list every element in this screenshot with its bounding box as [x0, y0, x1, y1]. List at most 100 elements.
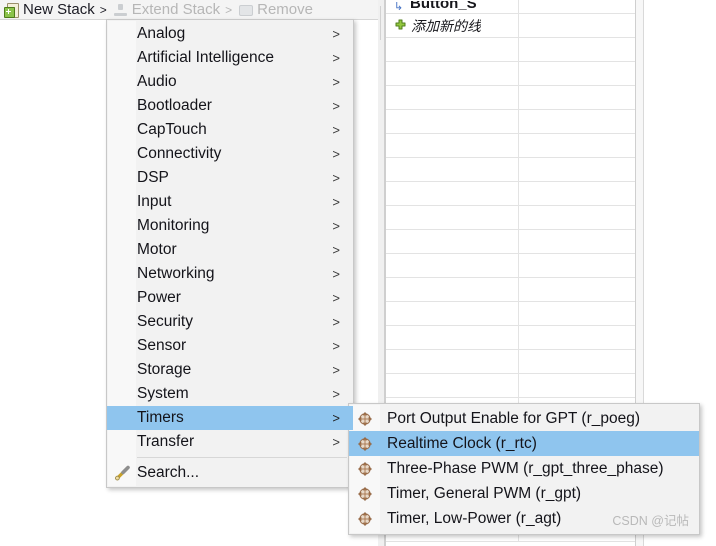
- chevron-right-icon: >: [332, 338, 340, 354]
- menu-item-motor[interactable]: Motor >: [107, 238, 353, 262]
- table-row[interactable]: [386, 374, 635, 398]
- chevron-right-icon: >: [332, 314, 340, 330]
- timers-submenu: Port Output Enable for GPT (r_poeg) Real…: [348, 403, 700, 535]
- chevron-right-icon: >: [332, 266, 340, 282]
- menu-item-timers[interactable]: Timers >: [107, 406, 353, 430]
- menu-item-storage[interactable]: Storage >: [107, 358, 353, 382]
- table-row[interactable]: 添加新的线: [386, 14, 635, 38]
- submenu-item-label: Three-Phase PWM (r_gpt_three_phase): [387, 459, 664, 477]
- menu-item-label: Security: [137, 313, 193, 330]
- new-stack-button[interactable]: New Stack >: [4, 1, 107, 18]
- menu-item-label: DSP: [137, 169, 169, 186]
- menu-item-label: Bootloader: [137, 97, 212, 114]
- table-row[interactable]: [386, 158, 635, 182]
- submenu-item-timer-general-pwm[interactable]: Timer, General PWM (r_gpt): [349, 481, 699, 506]
- menu-item-captouch[interactable]: CapTouch >: [107, 118, 353, 142]
- chevron-right-icon: >: [332, 50, 340, 66]
- table-row[interactable]: [386, 62, 635, 86]
- submenu-item-rtc[interactable]: Realtime Clock (r_rtc): [349, 431, 699, 456]
- add-new-row[interactable]: 添加新的线: [386, 16, 514, 36]
- submenu-item-label: Realtime Clock (r_rtc): [387, 434, 537, 452]
- menu-item-label: Connectivity: [137, 145, 222, 162]
- table-row[interactable]: [386, 134, 635, 158]
- extend-stack-icon: [113, 3, 128, 17]
- chevron-right-icon: >: [332, 74, 340, 90]
- menu-item-label: Networking: [137, 265, 215, 282]
- table-row[interactable]: [386, 38, 635, 62]
- menu-item-search[interactable]: Search...: [107, 461, 353, 485]
- table-row[interactable]: [386, 110, 635, 134]
- menu-item-power[interactable]: Power >: [107, 286, 353, 310]
- remove-button[interactable]: Remove: [238, 1, 313, 18]
- new-stack-menu: Analog > Artificial Intelligence > Audio…: [106, 19, 354, 488]
- chevron-right-icon: >: [332, 386, 340, 402]
- menu-item-input[interactable]: Input >: [107, 190, 353, 214]
- menu-item-artificial-intelligence[interactable]: Artificial Intelligence >: [107, 46, 353, 70]
- menu-item-transfer[interactable]: Transfer >: [107, 430, 353, 454]
- module-icon: [357, 511, 373, 527]
- chevron-right-icon: >: [332, 218, 340, 234]
- menu-item-monitoring[interactable]: Monitoring >: [107, 214, 353, 238]
- table-row[interactable]: [386, 302, 635, 326]
- menu-item-label: Artificial Intelligence: [137, 49, 274, 66]
- chevron-right-icon: >: [332, 26, 340, 42]
- menu-item-system[interactable]: System >: [107, 382, 353, 406]
- chevron-right-icon: >: [332, 290, 340, 306]
- chevron-right-icon: >: [332, 194, 340, 210]
- add-new-label: 添加新的线: [411, 17, 481, 34]
- menu-item-dsp[interactable]: DSP >: [107, 166, 353, 190]
- menu-item-label: Transfer: [137, 433, 195, 450]
- chevron-right-icon: >: [332, 170, 340, 186]
- tree-node[interactable]: ↳ Button_S: [386, 1, 514, 13]
- submenu-item-label: Timer, General PWM (r_gpt): [387, 484, 582, 502]
- tree-node-label: Button_S: [410, 0, 477, 12]
- menu-item-label: Search...: [137, 464, 200, 481]
- expand-arrow-icon[interactable]: ↳: [394, 1, 406, 13]
- menu-item-sensor[interactable]: Sensor >: [107, 334, 353, 358]
- extend-stack-label: Extend Stack: [131, 1, 221, 18]
- menu-item-bootloader[interactable]: Bootloader >: [107, 94, 353, 118]
- menu-item-label: System: [137, 385, 189, 402]
- table-row[interactable]: [386, 254, 635, 278]
- new-stack-icon: [4, 2, 19, 18]
- table-row[interactable]: [386, 350, 635, 374]
- menu-item-label: Storage: [137, 361, 192, 378]
- chevron-right-icon: >: [332, 362, 340, 378]
- table-row[interactable]: [386, 326, 635, 350]
- chevron-right-icon: >: [332, 434, 340, 450]
- menu-item-audio[interactable]: Audio >: [107, 70, 353, 94]
- table-row[interactable]: [386, 86, 635, 110]
- menu-item-label: Sensor: [137, 337, 187, 354]
- table-row[interactable]: [386, 230, 635, 254]
- menu-item-label: Audio: [137, 73, 177, 90]
- module-icon: [357, 486, 373, 502]
- chevron-right-icon: >: [332, 98, 340, 114]
- green-plus-icon: [394, 19, 407, 32]
- menu-item-label: Monitoring: [137, 217, 210, 234]
- submenu-item-poeg[interactable]: Port Output Enable for GPT (r_poeg): [349, 406, 699, 431]
- table-row[interactable]: ↳ Button_S: [386, 0, 635, 14]
- menu-item-label: Analog: [137, 25, 186, 42]
- submenu-item-label: Port Output Enable for GPT (r_poeg): [387, 409, 641, 427]
- chevron-right-icon: >: [332, 410, 340, 426]
- menu-item-label: CapTouch: [137, 121, 207, 138]
- extend-stack-caret: >: [225, 2, 233, 17]
- menu-item-label: Timers: [137, 409, 184, 426]
- chevron-right-icon: >: [332, 122, 340, 138]
- remove-label: Remove: [257, 1, 313, 18]
- menu-item-security[interactable]: Security >: [107, 310, 353, 334]
- menu-item-connectivity[interactable]: Connectivity >: [107, 142, 353, 166]
- app-root: New Stack > Extend Stack > Remove ↳ Butt…: [0, 0, 716, 546]
- menu-item-analog[interactable]: Analog >: [107, 22, 353, 46]
- table-row[interactable]: [386, 278, 635, 302]
- extend-stack-button[interactable]: Extend Stack >: [113, 1, 232, 18]
- csdn-watermark: CSDN @记帖: [612, 514, 689, 528]
- menu-item-networking[interactable]: Networking >: [107, 262, 353, 286]
- new-stack-label: New Stack: [23, 1, 95, 18]
- search-pencil-icon: [114, 465, 131, 482]
- table-row[interactable]: [386, 182, 635, 206]
- submenu-item-three-phase-pwm[interactable]: Three-Phase PWM (r_gpt_three_phase): [349, 456, 699, 481]
- remove-icon: [238, 3, 254, 17]
- chevron-right-icon: >: [332, 146, 340, 162]
- table-row[interactable]: [386, 206, 635, 230]
